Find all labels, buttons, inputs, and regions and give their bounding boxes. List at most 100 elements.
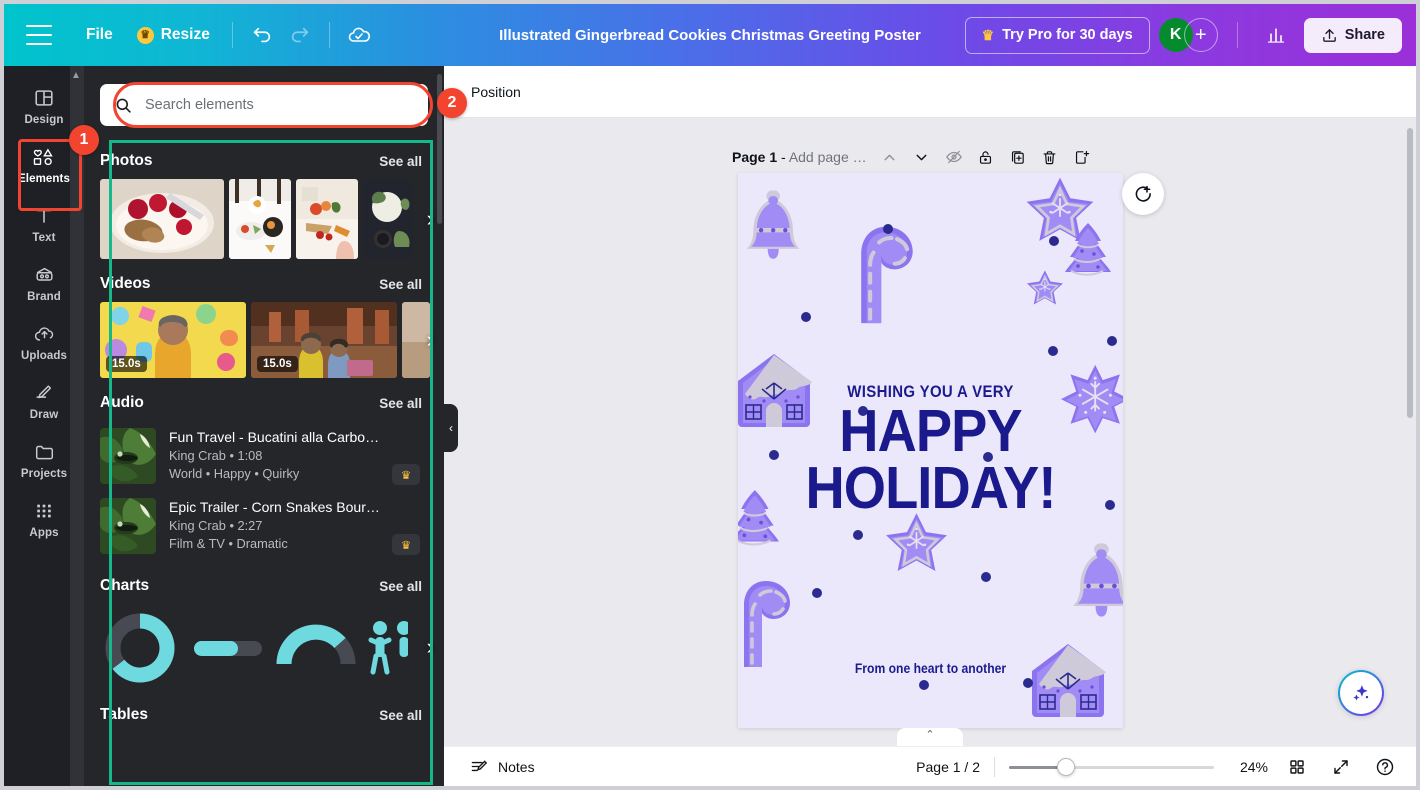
bar-chart-icon[interactable]: [1257, 16, 1295, 54]
sidebar-item-brand[interactable]: Brand: [8, 255, 80, 310]
videos-next-arrow[interactable]: ›: [427, 327, 434, 353]
photos-next-arrow[interactable]: ›: [427, 206, 434, 232]
sidebar-item-label: Draw: [29, 409, 59, 421]
audio-artist-duration: King Crab • 2:27: [169, 518, 263, 533]
duplicate-page-icon[interactable]: [1003, 142, 1033, 172]
search-icon: [116, 98, 131, 113]
photo-thumbnail[interactable]: [296, 179, 358, 259]
file-menu-button[interactable]: File: [74, 19, 125, 51]
zoom-value-label: 24%: [1239, 758, 1268, 775]
chevron-up-icon[interactable]: [875, 142, 905, 172]
chevron-left-icon: ‹: [449, 421, 453, 435]
sidebar-item-uploads[interactable]: Uploads: [8, 314, 80, 369]
section-title: Tables: [100, 706, 148, 723]
section-header-videos: Videos See all: [84, 259, 444, 302]
page-title[interactable]: Page 1 - Add page …: [732, 149, 867, 165]
audio-list-item[interactable]: Epic Trailer - Corn Snakes Bour… King Cr…: [84, 491, 444, 561]
gauge-chart-icon[interactable]: [276, 608, 356, 688]
page-header: Page 1 - Add page …: [732, 142, 1097, 172]
sidebar-item-label: Projects: [20, 468, 68, 480]
section-title: Charts: [100, 577, 150, 594]
see-all-tables-link[interactable]: See all: [379, 708, 422, 723]
panel-collapse-handle[interactable]: ‹: [444, 404, 458, 452]
audio-title: Epic Trailer - Corn Snakes Bour…: [169, 499, 380, 515]
search-wrapper: [84, 66, 444, 136]
notes-label: Notes: [498, 758, 535, 775]
donut-chart-icon[interactable]: [100, 608, 180, 688]
section-header-tables: Tables See all: [84, 690, 444, 733]
audio-artist-duration: King Crab • 1:08: [169, 448, 263, 463]
expand-icon[interactable]: [1326, 752, 1356, 782]
sidebar-item-apps[interactable]: Apps: [8, 491, 80, 546]
photo-thumbnail[interactable]: [229, 179, 291, 259]
section-title: Videos: [100, 275, 151, 292]
zoom-slider[interactable]: [1009, 757, 1214, 776]
search-input[interactable]: [145, 97, 400, 113]
share-button[interactable]: Share: [1303, 17, 1402, 53]
design-canvas-page[interactable]: WISHING YOU A VERY HAPPY HOLIDAY! From o…: [738, 173, 1123, 728]
pen-icon: [35, 385, 51, 399]
cloud-saved-icon[interactable]: [340, 16, 378, 54]
chevron-down-icon[interactable]: [907, 142, 937, 172]
audio-title: Fun Travel - Bucatini alla Carbo…: [169, 429, 380, 445]
charts-strip: ›: [84, 604, 444, 690]
divider: [231, 22, 233, 48]
help-icon[interactable]: [1370, 752, 1400, 782]
charts-next-arrow[interactable]: ›: [427, 634, 434, 660]
add-collaborator-button[interactable]: +: [1183, 18, 1218, 52]
video-duration-badge: 15.0s: [106, 356, 147, 372]
canvas-area: Page 1 - Add page … WISHING YOU A VERY H…: [444, 118, 1416, 746]
photo-thumbnail[interactable]: [100, 179, 224, 259]
see-all-charts-link[interactable]: See all: [379, 579, 422, 594]
videos-strip: 15.0s 15.0s ›: [84, 302, 444, 378]
sidebar-item-text[interactable]: Text: [8, 196, 80, 251]
crown-icon: [136, 26, 154, 44]
grid-view-icon[interactable]: [1282, 752, 1312, 782]
magic-studio-button[interactable]: [1338, 670, 1384, 716]
audio-thumbnail: [100, 428, 156, 484]
section-title: Photos: [100, 152, 153, 169]
resize-label: Resize: [160, 26, 210, 43]
photo-thumbnail[interactable]: [363, 179, 413, 259]
add-page-icon[interactable]: [1067, 142, 1097, 172]
hamburger-icon[interactable]: [26, 25, 52, 45]
page-tab-expand[interactable]: ⌃: [897, 728, 963, 746]
audio-pro-badge: ♛: [392, 534, 420, 555]
delete-page-icon[interactable]: [1035, 142, 1065, 172]
see-all-photos-link[interactable]: See all: [379, 154, 422, 169]
elements-panel: Photos See all: [84, 66, 444, 786]
search-box[interactable]: [100, 84, 428, 126]
section-header-audio: Audio See all: [84, 378, 444, 421]
add-comment-button[interactable]: [1122, 173, 1164, 215]
sidebar-item-label: Design: [24, 114, 64, 126]
sidebar-item-design[interactable]: Design: [8, 78, 80, 133]
lock-icon[interactable]: [971, 142, 1001, 172]
progress-bar-chart-icon[interactable]: [188, 608, 268, 688]
notes-button[interactable]: Notes: [460, 751, 545, 782]
see-all-videos-link[interactable]: See all: [379, 277, 422, 292]
position-button[interactable]: Position: [460, 77, 532, 107]
hide-page-icon[interactable]: [939, 142, 969, 172]
video-thumbnail[interactable]: 15.0s: [100, 302, 246, 378]
video-thumbnail[interactable]: 15.0s: [251, 302, 397, 378]
pictogram-chart-icon[interactable]: [364, 608, 408, 688]
see-all-audio-link[interactable]: See all: [379, 396, 422, 411]
section-header-charts: Charts See all: [84, 561, 444, 604]
sidebar-item-label: Uploads: [20, 350, 68, 362]
try-pro-label: Try Pro for 30 days: [1002, 27, 1133, 43]
audio-list-item[interactable]: Fun Travel - Bucatini alla Carbo… King C…: [84, 421, 444, 491]
audio-tags: World • Happy • Quirky: [169, 466, 300, 481]
annotation-badge-1: 1: [69, 125, 99, 155]
undo-icon[interactable]: [243, 16, 281, 54]
resize-button[interactable]: Resize: [125, 19, 222, 51]
sidebar-item-draw[interactable]: Draw: [8, 373, 80, 428]
video-duration-badge: 15.0s: [257, 356, 298, 372]
redo-icon[interactable]: [281, 16, 319, 54]
poster-line-2: HAPPY: [839, 398, 1022, 464]
grid-dots-icon: [37, 504, 51, 518]
try-pro-button[interactable]: ♛ Try Pro for 30 days: [964, 16, 1150, 54]
canvas-scrollbar[interactable]: [1407, 128, 1413, 418]
sparkle-icon: [1353, 685, 1369, 701]
sidebar-item-projects[interactable]: Projects: [8, 432, 80, 487]
zoom-slider-handle[interactable]: [1057, 757, 1075, 776]
